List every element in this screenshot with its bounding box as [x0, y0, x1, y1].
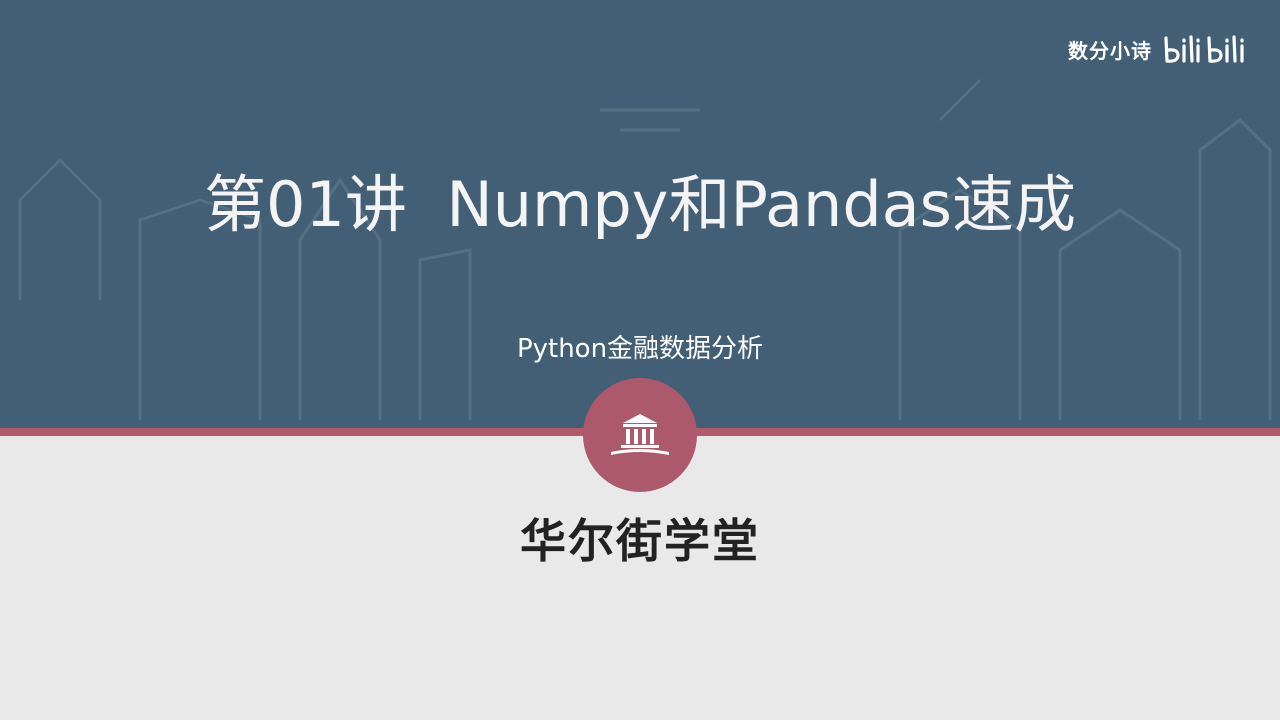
school-name: 华尔街学堂	[520, 514, 760, 568]
channel-name: 数分小诗	[1068, 38, 1152, 63]
bilibili-watermark: 数分小诗	[1068, 34, 1254, 64]
bilibili-logo-icon	[1164, 35, 1244, 63]
slide: 数分小诗 第01讲 Numpy和Pandas速成 Python金融数据分析 华尔…	[0, 0, 1280, 720]
emblem-badge	[583, 378, 697, 492]
institution-building-icon	[611, 414, 669, 455]
slide-title: 第01讲 Numpy和Pandas速成	[204, 168, 1076, 241]
slide-subtitle: Python金融数据分析	[516, 334, 764, 364]
